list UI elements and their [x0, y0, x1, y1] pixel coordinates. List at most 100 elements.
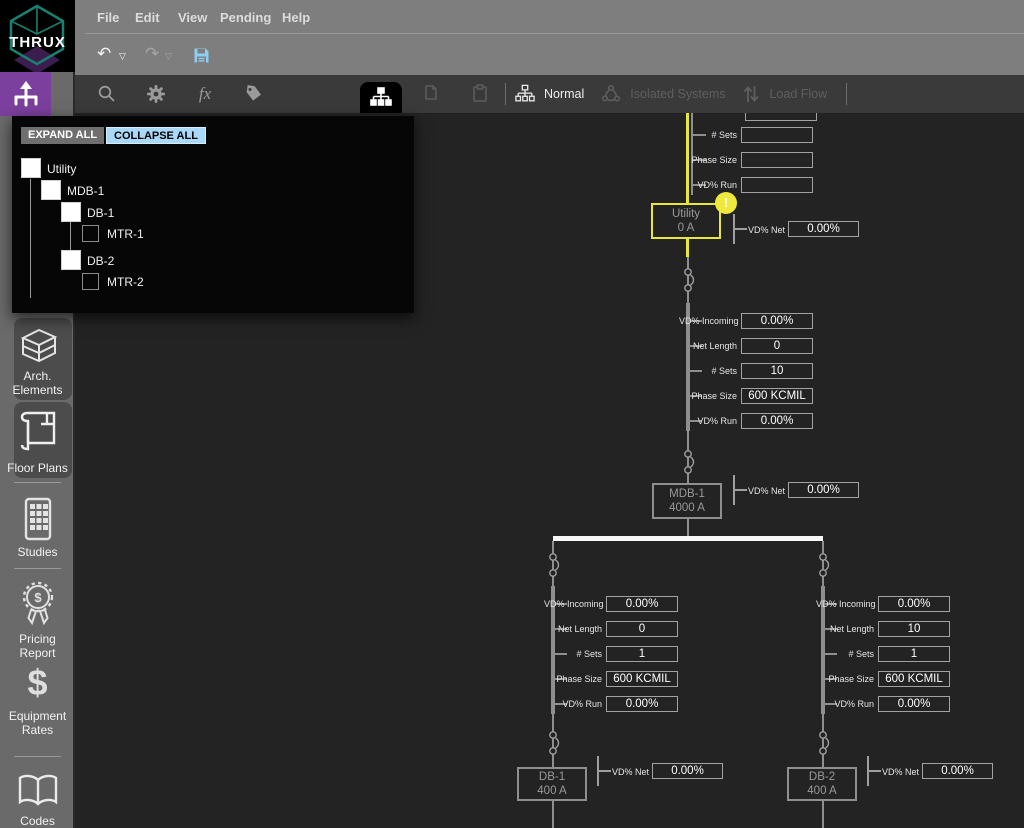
- mdb1-bus-riser: [687, 519, 689, 536]
- vd-net-field[interactable]: 0.00%: [652, 763, 723, 779]
- vd-incoming-field[interactable]: 0.00%: [741, 313, 813, 329]
- vd-run-field[interactable]: [741, 177, 813, 193]
- mdb1-name: MDB-1: [669, 488, 705, 500]
- open-book-icon[interactable]: [0, 770, 75, 814]
- breaker-symbol[interactable]: [815, 730, 831, 756]
- tree-checkbox-mtr1[interactable]: [82, 225, 99, 242]
- menu-edit[interactable]: Edit: [135, 10, 160, 25]
- net-length-label: Net Length: [816, 624, 878, 634]
- clipped-field[interactable]: [745, 113, 817, 121]
- dollar-icon[interactable]: $: [0, 662, 75, 704]
- net-length-field[interactable]: 0: [741, 338, 813, 354]
- vd-net-label: VD% Net: [745, 486, 785, 496]
- vd-run-field[interactable]: 0.00%: [741, 413, 813, 429]
- sidebar-divider: [14, 568, 61, 569]
- sets-field[interactable]: [741, 127, 813, 143]
- tag-icon[interactable]: [234, 75, 272, 113]
- tree-checkbox-mtr2[interactable]: [82, 273, 99, 290]
- normal-mode-icon[interactable]: [515, 84, 535, 104]
- save-icon[interactable]: [193, 47, 210, 69]
- phase-size-field[interactable]: 600 KCMIL: [606, 671, 678, 687]
- menu-view[interactable]: View: [178, 10, 207, 25]
- diagram-toolbar: fx: [75, 75, 1024, 113]
- sets-field[interactable]: 1: [878, 646, 950, 662]
- net-length-field[interactable]: 10: [878, 621, 950, 637]
- db1-feeder-fields: VD% Incoming0.00% Net Length0 # Sets1 Ph…: [544, 596, 678, 721]
- utility-vd-net: VD% Net 0.00%: [733, 214, 863, 244]
- vd-run-label: VD% Run: [679, 180, 741, 190]
- layers-books-icon: [0, 324, 75, 370]
- tree-checkbox-mdb1[interactable]: [41, 180, 61, 200]
- vd-run-field[interactable]: 0.00%: [878, 696, 950, 712]
- vd-incoming-field[interactable]: 0.00%: [878, 596, 950, 612]
- undo-dropdown-icon[interactable]: ▽: [119, 51, 126, 62]
- mode-normal[interactable]: Normal: [544, 87, 584, 101]
- phase-size-field[interactable]: 600 KCMIL: [878, 671, 950, 687]
- tree-item-mdb1[interactable]: MDB-1: [67, 184, 104, 198]
- floor-plan-icon: [0, 406, 75, 452]
- redo-dropdown-icon: ▽: [165, 51, 172, 62]
- phase-size-label: Phase Size: [679, 155, 741, 165]
- tree-checkbox-db2[interactable]: [61, 250, 81, 270]
- phase-size-label: Phase Size: [544, 674, 606, 684]
- tree-item-db1[interactable]: DB-1: [87, 206, 114, 220]
- collapse-all-button[interactable]: COLLAPSE ALL: [106, 127, 206, 144]
- db1-node[interactable]: DB-1 400 A: [517, 767, 587, 801]
- tree-item-db2[interactable]: DB-2: [87, 254, 114, 268]
- sidebar-label-equipment-rates: EquipmentRates: [0, 709, 75, 737]
- db1-name: DB-1: [539, 771, 565, 783]
- vd-run-label: VD% Run: [816, 699, 878, 709]
- toolbar-divider: [505, 83, 506, 105]
- phase-size-label: Phase Size: [816, 674, 878, 684]
- vd-run-field[interactable]: 0.00%: [606, 696, 678, 712]
- tree-checkbox-db1[interactable]: [61, 202, 81, 222]
- breaker-symbol[interactable]: [545, 730, 561, 756]
- mdb1-vd-net: VD% Net 0.00%: [733, 475, 863, 505]
- sets-label: # Sets: [679, 130, 741, 140]
- tree-checkbox-utility[interactable]: [21, 158, 41, 178]
- vd-net-field[interactable]: 0.00%: [788, 482, 859, 498]
- db2-load-line: [822, 801, 824, 828]
- calculator-icon[interactable]: [0, 496, 75, 542]
- net-length-field[interactable]: 0: [606, 621, 678, 637]
- breaker-symbol[interactable]: [680, 267, 696, 293]
- breaker-symbol[interactable]: [680, 449, 696, 475]
- menu-file[interactable]: File: [97, 10, 119, 25]
- phase-size-field[interactable]: 600 KCMIL: [741, 388, 813, 404]
- warning-badge[interactable]: !: [715, 192, 737, 214]
- copy-icon: [413, 75, 451, 113]
- vd-net-field[interactable]: 0.00%: [922, 763, 993, 779]
- utility-rating: 0 A: [678, 222, 695, 234]
- net-length-label: Net Length: [544, 624, 606, 634]
- tree-item-utility[interactable]: Utility: [47, 162, 76, 176]
- db2-name: DB-2: [809, 771, 835, 783]
- search-icon[interactable]: [88, 75, 126, 113]
- vd-incoming-field[interactable]: 0.00%: [606, 596, 678, 612]
- utility-node[interactable]: Utility 0 A: [651, 203, 721, 239]
- vd-run-label: VD% Run: [679, 416, 741, 426]
- sets-field[interactable]: 1: [606, 646, 678, 662]
- sets-field[interactable]: 10: [741, 363, 813, 379]
- menu-help[interactable]: Help: [282, 10, 310, 25]
- load-flow-icon: [742, 84, 760, 104]
- undo-icon[interactable]: ↶: [97, 44, 111, 64]
- price-badge-icon[interactable]: $: [0, 580, 75, 632]
- menu-pending[interactable]: Pending: [220, 10, 271, 25]
- breaker-symbol[interactable]: [815, 552, 831, 578]
- mdb1-busbar[interactable]: [553, 536, 823, 541]
- mdb1-feeder-fields: VD% Incoming0.00% Net Length0 # Sets10 P…: [679, 313, 813, 438]
- sidebar-label-codes: Codes: [0, 814, 75, 828]
- formula-icon[interactable]: fx: [186, 75, 224, 113]
- tree-item-mtr2[interactable]: MTR-2: [107, 275, 144, 289]
- one-line-tree-tab-selected[interactable]: [360, 82, 402, 113]
- db2-node[interactable]: DB-2 400 A: [787, 767, 857, 801]
- gear-icon[interactable]: [137, 75, 175, 113]
- expand-all-button[interactable]: EXPAND ALL: [21, 127, 104, 144]
- mdb1-node[interactable]: MDB-1 4000 A: [652, 483, 722, 519]
- breaker-symbol[interactable]: [545, 552, 561, 578]
- vd-net-field[interactable]: 0.00%: [788, 221, 859, 237]
- tree-item-mtr1[interactable]: MTR-1: [107, 227, 144, 241]
- mdb1-rating: 4000 A: [669, 502, 705, 514]
- sidebar-item-one-line-active[interactable]: [0, 72, 51, 116]
- phase-size-field[interactable]: [741, 152, 813, 168]
